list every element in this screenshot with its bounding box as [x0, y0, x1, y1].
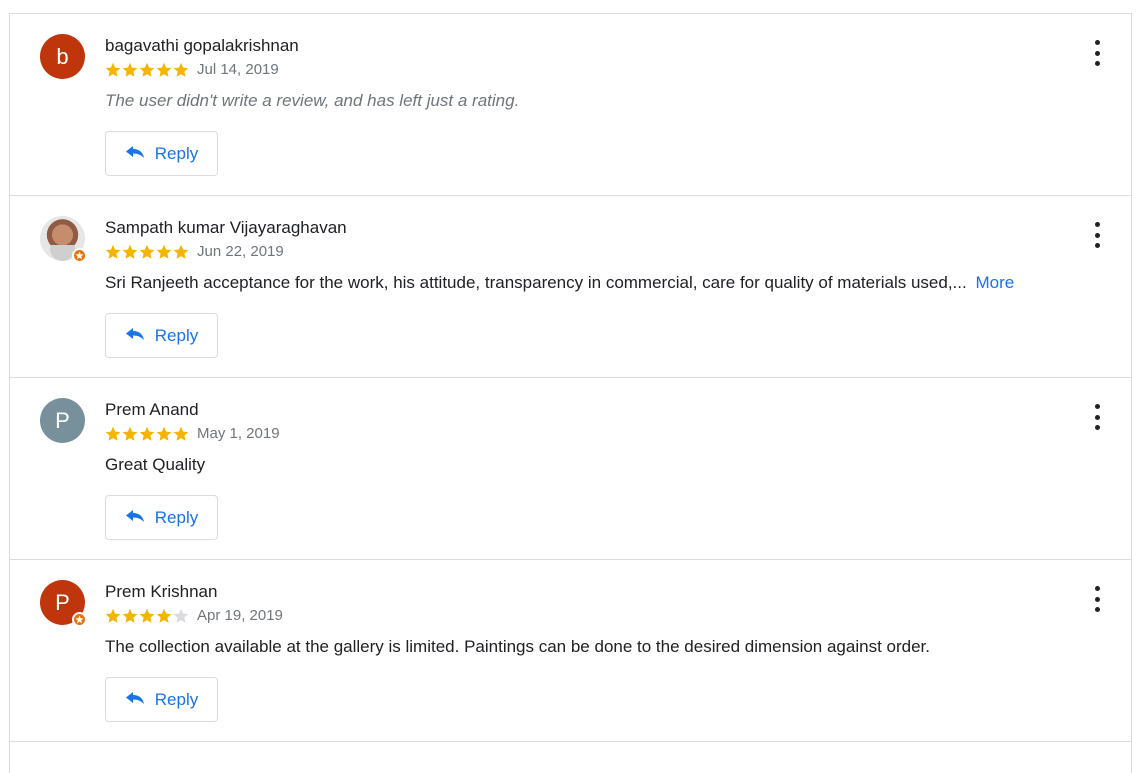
star-filled-icon — [156, 62, 172, 77]
avatar-letter: b — [56, 43, 69, 69]
review-meta: Apr 19, 2019 — [105, 607, 283, 624]
avatar[interactable]: P — [40, 398, 85, 443]
star-filled-icon — [156, 608, 172, 623]
review-meta: Jun 22, 2019 — [105, 243, 284, 260]
reply-button[interactable]: Reply — [105, 495, 218, 540]
more-link[interactable]: More — [975, 273, 1014, 292]
avatar[interactable]: b — [40, 34, 85, 79]
reply-icon — [125, 507, 145, 528]
local-guide-badge-icon — [72, 612, 87, 627]
review-text-content: Sri Ranjeeth acceptance for the work, hi… — [105, 273, 967, 292]
star-rating — [105, 608, 189, 624]
avatar[interactable] — [40, 216, 87, 263]
star-empty-icon — [173, 608, 189, 623]
more-options-icon[interactable] — [1087, 404, 1107, 430]
reviewer-name[interactable]: Sampath kumar Vijayaraghavan — [105, 218, 347, 238]
more-options-icon[interactable] — [1087, 40, 1107, 66]
more-options-icon[interactable] — [1087, 586, 1107, 612]
star-filled-icon — [173, 244, 189, 259]
avatar-letter: P — [55, 407, 70, 433]
review-date: Jul 14, 2019 — [197, 61, 279, 78]
local-guide-badge-icon — [72, 248, 87, 263]
star-rating — [105, 244, 189, 260]
star-filled-icon — [139, 426, 155, 441]
avatar-letter: P — [55, 589, 70, 615]
avatar[interactable]: P — [40, 580, 87, 627]
reply-label: Reply — [154, 325, 199, 345]
review-item: P Prem Anand May 1, 2019 Great Quality R… — [10, 378, 1131, 560]
review-date: Jun 22, 2019 — [197, 243, 284, 260]
review-meta: Jul 14, 2019 — [105, 61, 279, 78]
star-filled-icon — [139, 62, 155, 77]
star-filled-icon — [173, 426, 189, 441]
review-item: P Prem Krishnan Apr 19, 2019 The collect… — [10, 560, 1131, 742]
reviews-list: b bagavathi gopalakrishnan Jul 14, 2019 … — [9, 13, 1132, 773]
more-options-icon[interactable] — [1087, 222, 1107, 248]
star-filled-icon — [173, 62, 189, 77]
star-filled-icon — [139, 608, 155, 623]
reply-label: Reply — [154, 689, 199, 709]
star-filled-icon — [105, 608, 121, 623]
reply-label: Reply — [154, 143, 199, 163]
star-filled-icon — [105, 426, 121, 441]
review-meta: May 1, 2019 — [105, 425, 280, 442]
reply-icon — [125, 325, 145, 346]
reviewer-name[interactable]: bagavathi gopalakrishnan — [105, 36, 299, 56]
star-filled-icon — [105, 62, 121, 77]
reply-button[interactable]: Reply — [105, 677, 218, 722]
review-text: The collection available at the gallery … — [105, 637, 930, 656]
star-filled-icon — [156, 244, 172, 259]
review-text: The user didn't write a review, and has … — [105, 91, 520, 110]
reply-label: Reply — [154, 507, 199, 527]
star-filled-icon — [139, 244, 155, 259]
star-filled-icon — [122, 426, 138, 441]
review-text: Sri Ranjeeth acceptance for the work, hi… — [105, 273, 1014, 293]
review-item: b bagavathi gopalakrishnan Jul 14, 2019 … — [10, 14, 1131, 196]
star-filled-icon — [122, 608, 138, 623]
review-text: Great Quality — [105, 455, 206, 474]
star-filled-icon — [105, 244, 121, 259]
reply-button[interactable]: Reply — [105, 131, 218, 176]
review-date: May 1, 2019 — [197, 425, 280, 442]
reviewer-name[interactable]: Prem Krishnan — [105, 582, 217, 602]
star-rating — [105, 62, 189, 78]
star-filled-icon — [156, 426, 172, 441]
review-item: Sampath kumar Vijayaraghavan Jun 22, 201… — [10, 196, 1131, 378]
reviewer-name[interactable]: Prem Anand — [105, 400, 199, 420]
star-filled-icon — [122, 244, 138, 259]
star-filled-icon — [122, 62, 138, 77]
review-date: Apr 19, 2019 — [197, 607, 283, 624]
reply-icon — [125, 143, 145, 164]
reply-icon — [125, 689, 145, 710]
star-rating — [105, 426, 189, 442]
reply-button[interactable]: Reply — [105, 313, 218, 358]
